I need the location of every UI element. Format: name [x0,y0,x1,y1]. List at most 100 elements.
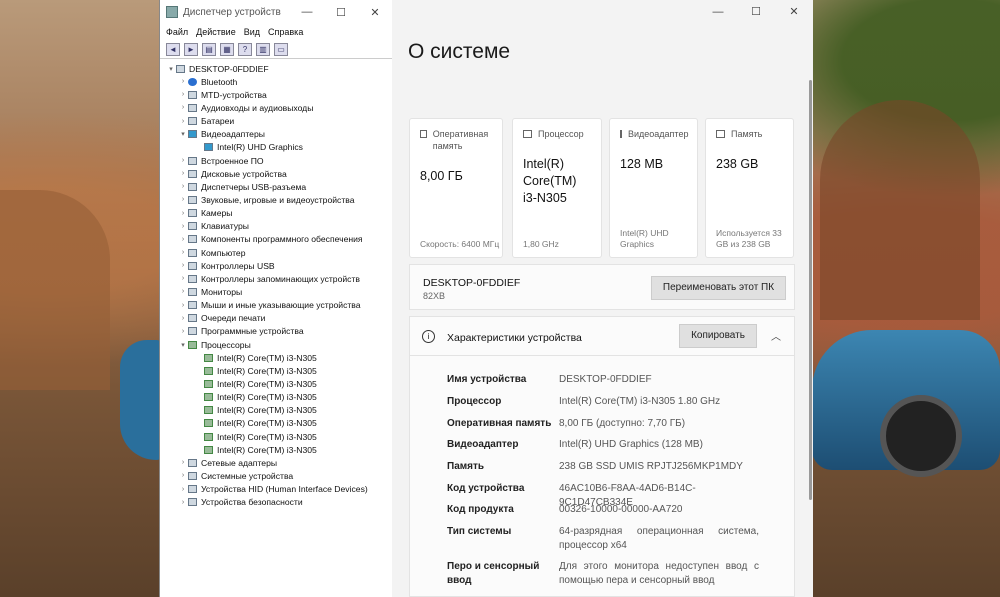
tree-category[interactable]: › Контроллеры USB [166,259,392,272]
processor-icon [204,406,213,415]
expand-icon[interactable]: › [178,249,188,256]
tree-category[interactable]: › MTD-устройства [166,88,392,101]
expand-icon[interactable]: › [178,302,188,309]
tree-device[interactable]: Intel(R) Core(TM) i3-N305 [166,351,392,364]
expand-icon[interactable]: › [178,275,188,282]
tree-category[interactable]: › Диспетчеры USB-разъема [166,180,392,193]
tree-category[interactable]: › Камеры [166,207,392,220]
tree-category[interactable]: › Клавиатуры [166,220,392,233]
tree-category[interactable]: › Встроенное ПО [166,154,392,167]
tree-category[interactable]: › Устройства безопасности [166,496,392,509]
help-icon[interactable]: ? [238,42,252,56]
tree-category[interactable]: › Мониторы [166,285,392,298]
expand-icon[interactable]: › [178,157,188,164]
tree-device[interactable]: Intel(R) Core(TM) i3-N305 [166,377,392,390]
tree-device[interactable]: Intel(R) Core(TM) i3-N305 [166,417,392,430]
expand-icon[interactable]: › [178,78,188,85]
tree-category[interactable]: › Программные устройства [166,325,392,338]
dm-titlebar[interactable]: Диспетчер устройств — ☐ ✕ [160,0,392,24]
tree-category[interactable]: › Сетевые адаптеры [166,456,392,469]
expand-icon[interactable]: › [178,170,188,177]
view-icon[interactable]: ▦ [220,42,234,56]
cpu-icon [523,130,532,138]
collapse-icon[interactable]: ▾ [178,130,188,138]
rename-pc-button[interactable]: Переименовать этот ПК [651,276,786,300]
spec-value[interactable]: Для этого монитора недоступен ввод с пом… [559,560,759,588]
tree-category[interactable]: › Аудиовходы и аудиовыходы [166,101,392,114]
minimize-button[interactable]: — [290,6,324,18]
monitor-icon[interactable]: ▭ [274,42,288,56]
properties-icon[interactable]: ▤ [202,42,216,56]
collapse-icon[interactable]: ▾ [166,65,176,73]
spec-value[interactable]: 8,00 ГБ (доступно: 7,70 ГБ) [559,417,759,431]
expand-icon[interactable]: › [178,223,188,230]
expand-icon[interactable]: › [178,486,188,493]
specs-header[interactable]: i Характеристики устройства Копировать ︿ [410,317,794,356]
menu-help[interactable]: Справка [268,27,303,37]
tree-category[interactable]: › Системные устройства [166,469,392,482]
expand-icon[interactable]: › [178,262,188,269]
tree-device[interactable]: Intel(R) Core(TM) i3-N305 [166,391,392,404]
expand-icon[interactable]: › [178,196,188,203]
expand-icon[interactable]: › [178,315,188,322]
menu-action[interactable]: Действие [196,27,236,37]
spec-value[interactable]: 64-разрядная операционная система, проце… [559,525,759,553]
tree-category[interactable]: › Устройства HID (Human Interface Devices… [166,483,392,496]
tree-device[interactable]: Intel(R) UHD Graphics [166,141,392,154]
spec-value[interactable]: Intel(R) UHD Graphics (128 MB) [559,438,759,452]
expand-icon[interactable]: › [178,210,188,217]
scrollbar[interactable] [809,80,812,500]
chevron-up-icon[interactable]: ︿ [771,328,781,343]
settings-minimize-button[interactable]: — [699,0,737,24]
collapse-icon[interactable]: ▾ [178,341,188,349]
spec-value[interactable]: 238 GB SSD UMIS RPJTJ256MKP1MDY [559,460,759,474]
spec-value[interactable]: 00326-10000-00000-AA720 [559,503,759,517]
expand-icon[interactable]: › [178,91,188,98]
copy-button[interactable]: Копировать [679,324,757,348]
tree-device[interactable]: Intel(R) Core(TM) i3-N305 [166,430,392,443]
close-button[interactable]: ✕ [358,6,392,19]
tree-category[interactable]: › Компоненты программного обеспечения [166,233,392,246]
spec-value[interactable]: Intel(R) Core(TM) i3-N305 1.80 GHz [559,395,759,409]
processor-icon [204,445,213,454]
expand-icon[interactable]: › [178,472,188,479]
maximize-button[interactable]: ☐ [324,6,358,19]
tree-device[interactable]: Intel(R) Core(TM) i3-N305 [166,364,392,377]
disk-icon [188,169,197,178]
tree-category[interactable]: ▾ Видеоадаптеры [166,128,392,141]
menu-file[interactable]: Файл [166,27,188,37]
tree-category[interactable]: › Мыши и иные указывающие устройства [166,299,392,312]
spec-value[interactable]: DESKTOP-0FDDIEF [559,373,759,387]
expand-icon[interactable]: › [178,183,188,190]
tree-category[interactable]: › Bluetooth [166,75,392,88]
tree-device-label: Intel(R) Core(TM) i3-N305 [217,365,317,376]
menu-view[interactable]: Вид [244,27,260,37]
tree-category[interactable]: › Звуковые, игровые и видеоустройства [166,193,392,206]
tree-category[interactable]: › Контроллеры запоминающих устройств [166,272,392,285]
view2-icon[interactable]: ▥ [256,42,270,56]
expand-icon[interactable]: › [178,104,188,111]
processor-icon [188,340,197,349]
tree-root[interactable]: ▾ DESKTOP-0FDDIEF [166,62,392,75]
tree-device[interactable]: Intel(R) Core(TM) i3-N305 [166,443,392,456]
expand-icon[interactable]: › [178,328,188,335]
storage-icon [188,274,197,283]
spec-key: Код продукта [447,504,514,515]
forward-icon[interactable]: ► [184,42,198,56]
back-icon[interactable]: ◄ [166,42,180,56]
tree-category[interactable]: ▾ Процессоры [166,338,392,351]
settings-maximize-button[interactable]: ☐ [737,0,775,24]
expand-icon[interactable]: › [178,236,188,243]
tree-category[interactable]: › Дисковые устройства [166,167,392,180]
expand-icon[interactable]: › [178,118,188,125]
tree-category[interactable]: › Компьютер [166,246,392,259]
tree-category-label: Аудиовходы и аудиовыходы [201,102,314,113]
expand-icon[interactable]: › [178,288,188,295]
tree-device[interactable]: Intel(R) Core(TM) i3-N305 [166,404,392,417]
expand-icon[interactable]: › [178,459,188,466]
tree-category[interactable]: › Батареи [166,115,392,128]
settings-close-button[interactable]: ✕ [775,0,813,24]
settings-titlebar[interactable]: — ☐ ✕ [392,0,813,24]
tree-category[interactable]: › Очереди печати [166,312,392,325]
expand-icon[interactable]: › [178,499,188,506]
